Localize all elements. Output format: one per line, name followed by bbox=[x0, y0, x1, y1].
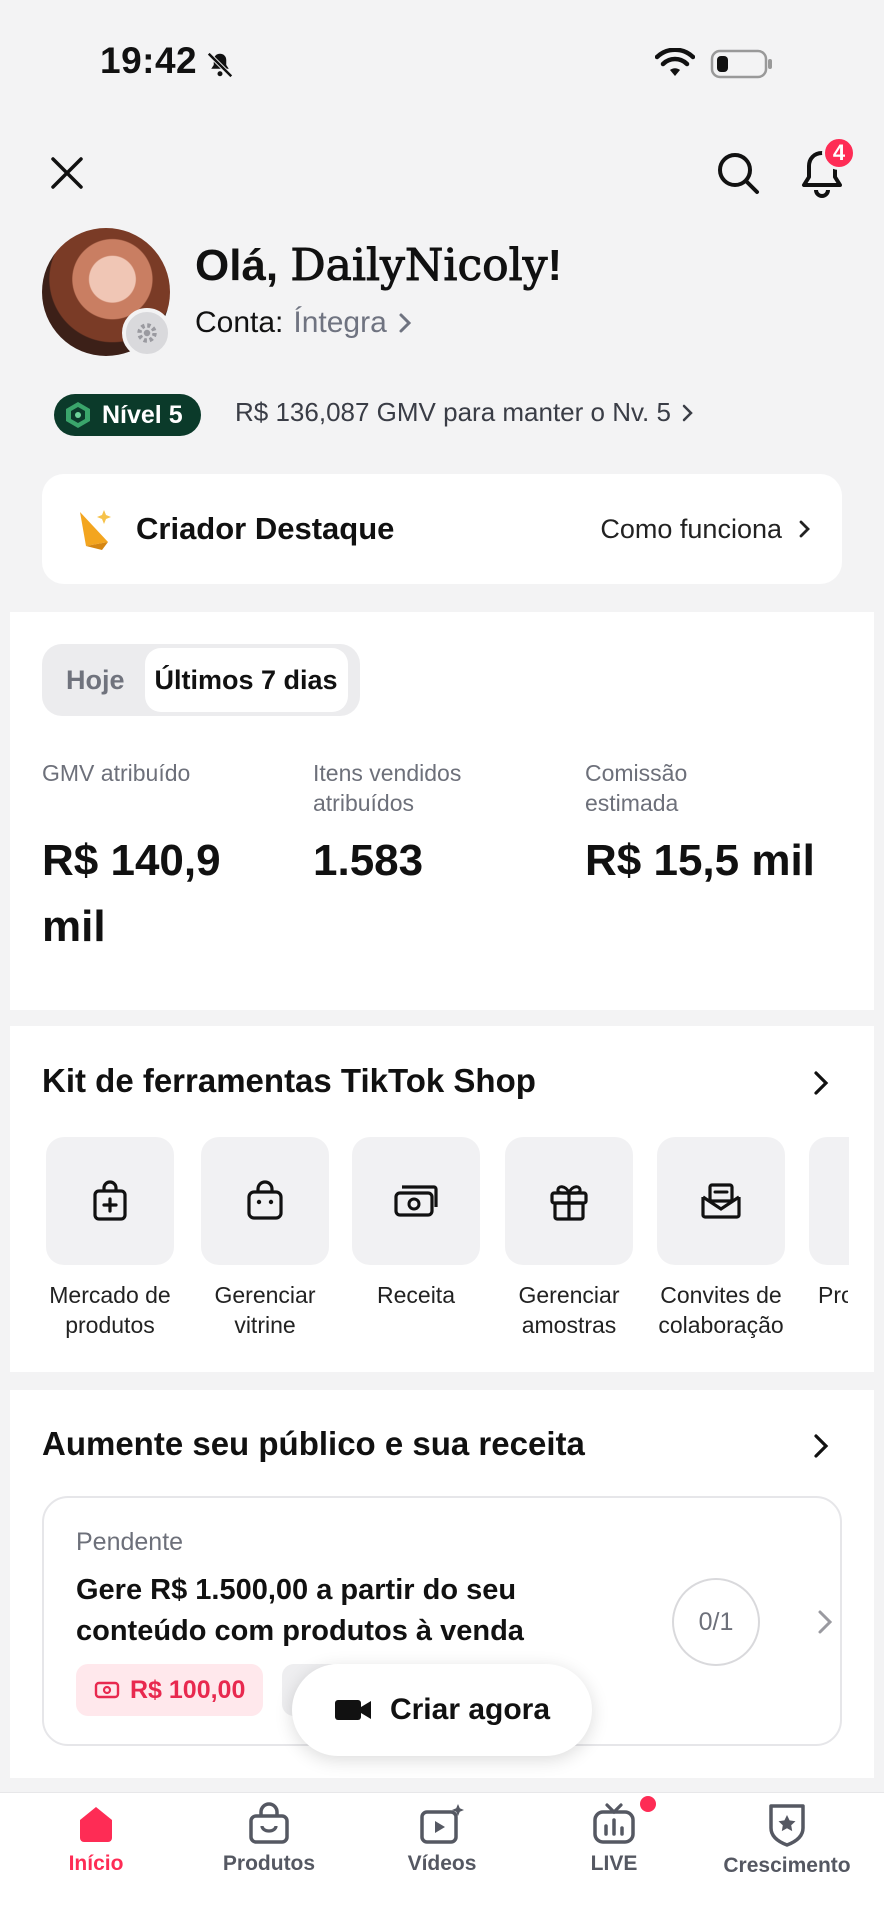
level-hex-icon bbox=[66, 402, 90, 428]
greeting-suffix: ! bbox=[547, 241, 563, 290]
tab-live[interactable]: LIVE bbox=[539, 1802, 689, 1876]
tool-collab-invites[interactable] bbox=[657, 1137, 785, 1265]
tool-label: Gerenciar vitrine bbox=[214, 1282, 316, 1338]
search-button[interactable] bbox=[710, 145, 766, 201]
tool-label: Mercado de produtos bbox=[49, 1282, 171, 1338]
metric-value: R$ 15,5 mil bbox=[585, 836, 815, 885]
status-time: 19:42 bbox=[100, 40, 198, 81]
tools-title: Kit de ferramentas TikTok Shop bbox=[42, 1062, 536, 1099]
chevron-right-icon[interactable] bbox=[808, 1433, 834, 1459]
task-status: Pendente bbox=[76, 1528, 184, 1556]
tool-more[interactable] bbox=[809, 1137, 849, 1265]
greeting-prefix: Olá, bbox=[195, 241, 291, 290]
how-it-works-link[interactable]: Como funciona bbox=[600, 514, 812, 545]
video-camera-icon bbox=[334, 1700, 371, 1720]
task-progress: 0/1 bbox=[672, 1578, 760, 1666]
megaphone-icon bbox=[80, 510, 111, 550]
chevron-right-icon[interactable] bbox=[808, 1070, 834, 1096]
money-icon bbox=[352, 1137, 480, 1265]
how-it-works-label: Como funciona bbox=[600, 513, 782, 544]
tab-products[interactable]: Produtos bbox=[194, 1802, 344, 1876]
tab-label: Crescimento bbox=[723, 1854, 851, 1877]
tool-product-market[interactable] bbox=[46, 1137, 174, 1265]
reward-badge: R$ 100,00 bbox=[76, 1664, 264, 1716]
reward-amount: R$ 100,00 bbox=[130, 1675, 246, 1704]
chevron-right-icon bbox=[682, 404, 693, 421]
tool-manage-samples[interactable] bbox=[505, 1137, 633, 1265]
video-sparkle-icon bbox=[420, 1804, 464, 1844]
live-tv-icon bbox=[593, 1803, 635, 1844]
metric-value: 1.583 bbox=[313, 836, 424, 885]
tab-home[interactable]: Início bbox=[21, 1802, 171, 1876]
shield-star-icon bbox=[769, 1804, 805, 1847]
featured-creator-card[interactable]: Criador Destaque Como funciona bbox=[42, 474, 842, 584]
notifications-button[interactable]: 4 bbox=[790, 136, 856, 206]
metric-label: Itens vendidos atribuídos bbox=[313, 760, 462, 816]
tab-videos[interactable]: Vídeos bbox=[367, 1802, 517, 1876]
battery-icon bbox=[710, 49, 772, 79]
create-now-button[interactable]: Criar agora bbox=[292, 1664, 592, 1756]
shopping-bag-icon bbox=[249, 1802, 289, 1844]
tab-last-7-days[interactable]: Últimos 7 dias bbox=[144, 648, 348, 712]
growth-title: Aumente seu público e sua receita bbox=[42, 1425, 585, 1462]
account-status[interactable]: Conta: Íntegra bbox=[195, 306, 413, 340]
period-selector: Hoje Últimos 7 dias bbox=[42, 644, 360, 716]
tab-today[interactable]: Hoje bbox=[46, 648, 145, 712]
tab-label: LIVE bbox=[590, 1852, 638, 1875]
home-icon bbox=[80, 1807, 112, 1842]
metric-label: GMV atribuído bbox=[42, 760, 191, 786]
gear-icon bbox=[137, 323, 157, 343]
bell-mute-icon bbox=[207, 52, 233, 78]
level-note[interactable]: R$ 136,087 GMV para manter o Nv. 5 bbox=[235, 397, 695, 428]
tab-label: Início bbox=[68, 1852, 124, 1875]
chevron-right-icon bbox=[399, 313, 411, 333]
tool-label: Pro bbox=[818, 1282, 848, 1308]
live-indicator-dot bbox=[640, 1796, 656, 1812]
wifi-icon bbox=[655, 48, 695, 76]
tool-label: Receita bbox=[377, 1282, 455, 1308]
tool-manage-showcase[interactable] bbox=[201, 1137, 329, 1265]
shop-bag-icon bbox=[201, 1137, 329, 1265]
greeting: Olá, DailyNicoly! bbox=[195, 240, 563, 292]
account-label: Conta: bbox=[195, 306, 284, 339]
username: DailyNicoly bbox=[290, 240, 548, 292]
envelope-icon bbox=[657, 1137, 785, 1265]
search-icon bbox=[718, 153, 759, 194]
close-icon bbox=[51, 157, 83, 189]
bag-plus-icon bbox=[46, 1137, 174, 1265]
metric-value: R$ 140,9 bbox=[42, 836, 221, 885]
tab-growth[interactable]: Crescimento bbox=[712, 1802, 862, 1878]
level-label: Nível 5 bbox=[102, 400, 183, 429]
create-now-label: Criar agora bbox=[389, 1693, 551, 1726]
chevron-right-icon bbox=[818, 1610, 833, 1634]
metric-value-cont: mil bbox=[42, 902, 106, 951]
featured-creator-title: Criador Destaque bbox=[136, 511, 395, 546]
tool-revenue[interactable] bbox=[352, 1137, 480, 1265]
level-badge[interactable]: Nível 5 bbox=[54, 394, 201, 436]
gift-icon bbox=[505, 1137, 633, 1265]
tab-label: Produtos bbox=[222, 1852, 316, 1875]
chevron-right-icon bbox=[799, 520, 810, 538]
avatar-settings-button[interactable] bbox=[122, 308, 172, 358]
notification-badge: 4 bbox=[822, 136, 856, 170]
task-description: Gere R$ 1.500,00 a partir do seu conteúd… bbox=[76, 1574, 524, 1647]
tool-label: Gerenciar amostras bbox=[518, 1282, 620, 1338]
level-note-text: R$ 136,087 GMV para manter o Nv. 5 bbox=[235, 397, 671, 427]
tab-label: Vídeos bbox=[407, 1852, 477, 1875]
metric-label: Comissão estimada bbox=[585, 760, 688, 816]
close-button[interactable] bbox=[42, 148, 92, 198]
cash-icon bbox=[94, 1681, 120, 1699]
account-value: Íntegra bbox=[293, 306, 387, 339]
tool-label: Convites de colaboração bbox=[658, 1282, 784, 1338]
